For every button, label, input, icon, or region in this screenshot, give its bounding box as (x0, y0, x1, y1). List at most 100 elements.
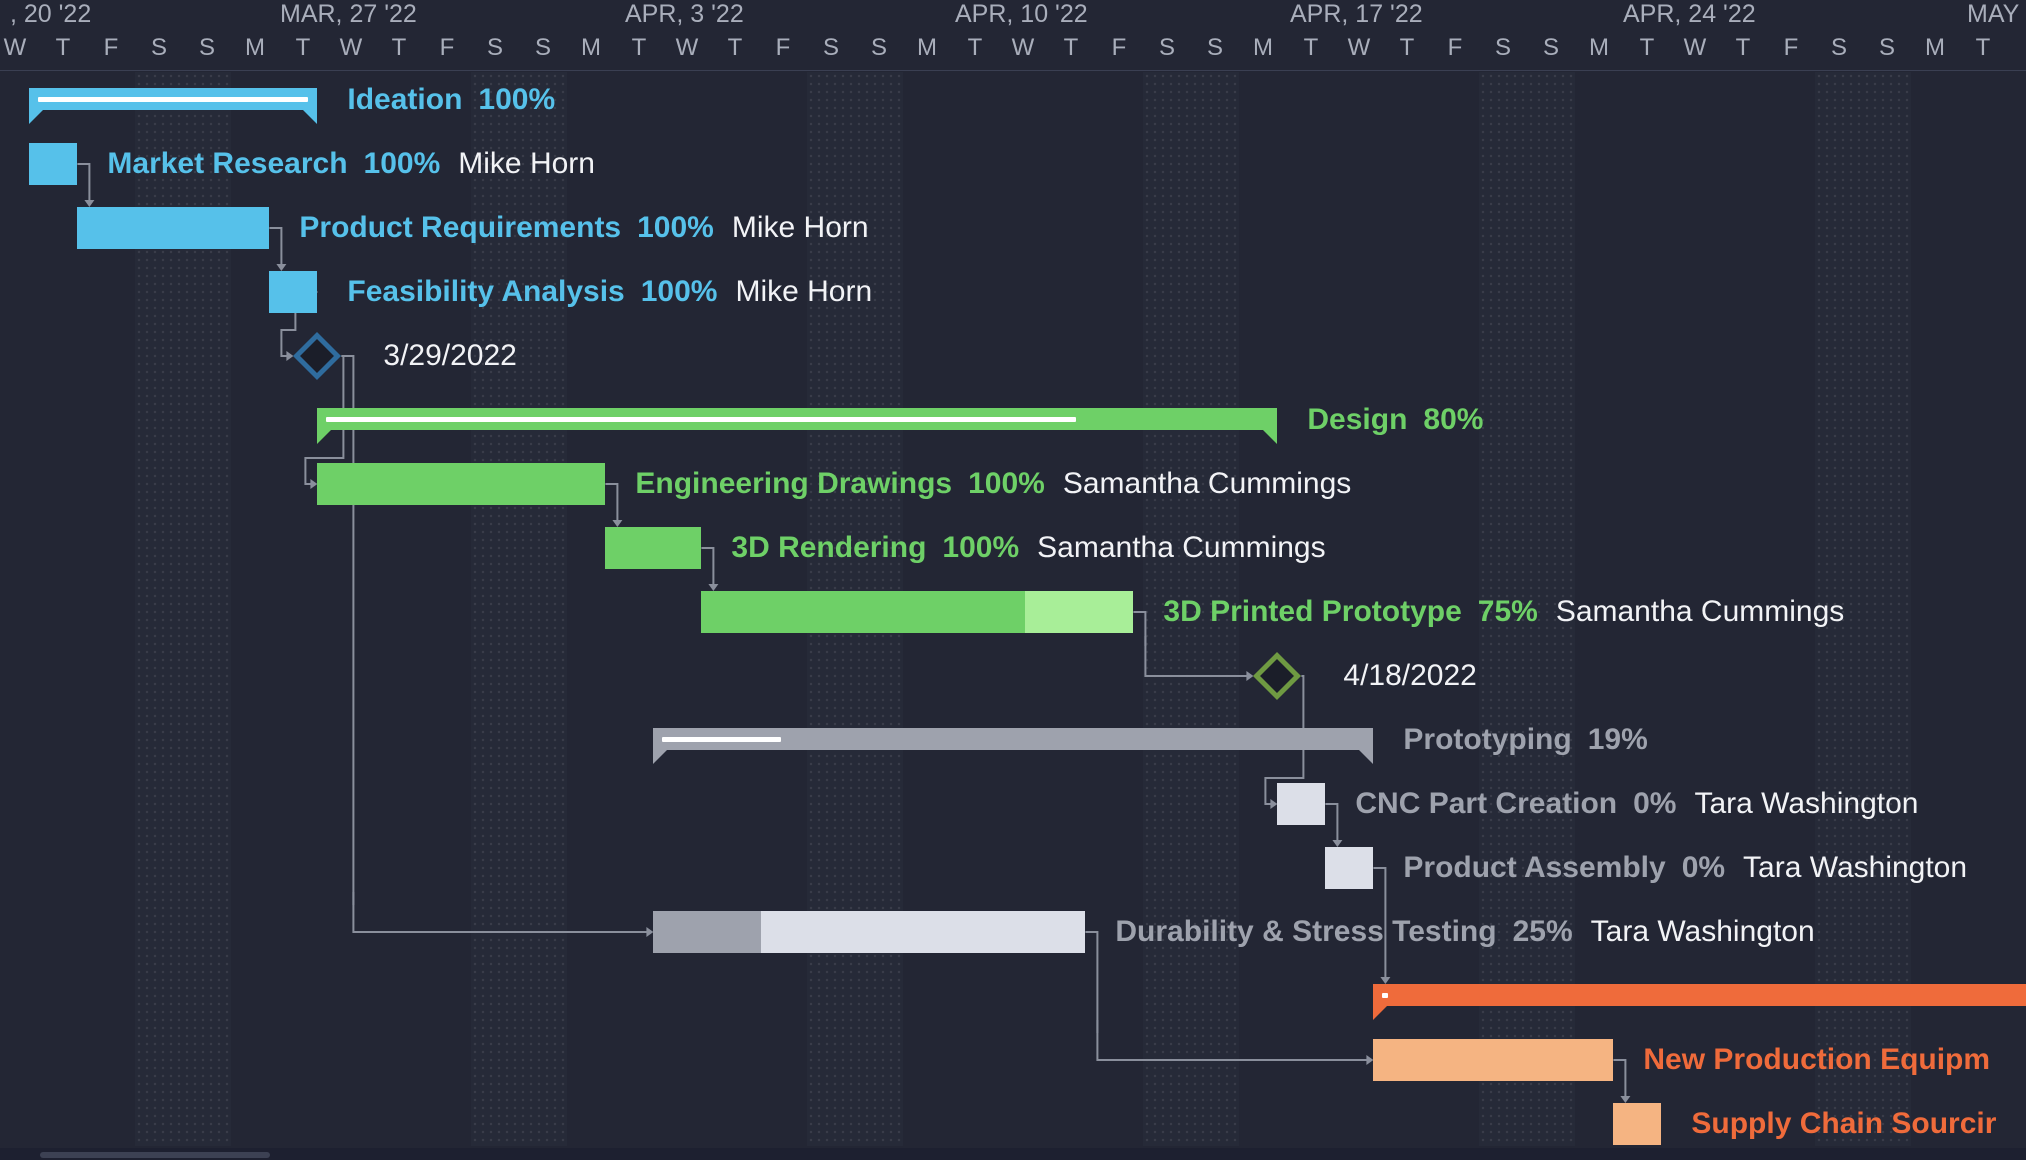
task-bar[interactable] (1373, 1039, 1614, 1081)
task-progress-fill (653, 911, 762, 953)
dependency-arrow (1270, 799, 1278, 809)
task-progress-fill (77, 207, 270, 249)
task-progress-fill (1613, 1103, 1662, 1145)
task-bar[interactable] (653, 911, 1086, 953)
dependency-line (1325, 803, 1339, 841)
task-label: New Production Equipm (1643, 1042, 1990, 1078)
task-bar[interactable] (1277, 783, 1326, 825)
dependency-arrow (310, 479, 318, 489)
dependency-arrow (612, 520, 623, 527)
task-percent: 75% (1477, 595, 1538, 628)
task-name: Feasibility Analysis (347, 275, 625, 308)
task-resource: Mike Horn (735, 275, 873, 308)
task-name: Product Assembly (1403, 851, 1666, 884)
task-name: CNC Part Creation (1355, 787, 1618, 820)
task-label: Prototyping 19% (1403, 722, 1647, 758)
task-progress-fill (701, 591, 1026, 633)
dependency-arrow (84, 200, 95, 207)
task-label: Product Requirements 100% Mike Horn (299, 210, 868, 246)
task-bar[interactable] (701, 591, 1134, 633)
summary-bracket-right (1357, 748, 1374, 764)
task-percent: 100% (478, 83, 556, 116)
summary-progress-line (1382, 993, 1389, 998)
task-percent: 100% (640, 275, 718, 308)
summary-bracket-left (1373, 1004, 1390, 1020)
task-name: Ideation (347, 83, 463, 116)
task-progress-fill (269, 271, 318, 313)
task-name: New Production Equipm (1643, 1043, 1991, 1076)
task-label: Engineering Drawings 100% Samantha Cumming… (635, 466, 1351, 502)
task-percent: 100% (942, 531, 1020, 564)
dependency-line (77, 163, 91, 201)
summary-progress-line (662, 737, 782, 742)
dependency-line (1133, 611, 1147, 646)
task-bar[interactable] (1325, 847, 1374, 889)
task-name: Durability & Stress Testing (1115, 915, 1497, 948)
task-label: CNC Part Creation 0% Tara Washington (1355, 786, 1918, 822)
dependency-line (1085, 931, 1099, 1033)
task-label: Feasibility Analysis 100% Mike Horn (347, 274, 872, 310)
summary-bracket-right (1261, 428, 1278, 444)
task-bar[interactable] (1613, 1103, 1662, 1145)
task-name: Prototyping (1403, 723, 1572, 756)
task-bar[interactable] (77, 207, 270, 249)
dependency-arrow (1620, 1096, 1631, 1103)
milestone-date: 3/29/2022 (383, 339, 517, 372)
dependency-arrow (708, 584, 719, 591)
dependency-line (352, 892, 650, 933)
task-bar[interactable] (29, 143, 78, 185)
task-resource: Tara Washington (1743, 851, 1968, 884)
summary-bracket-left (29, 108, 46, 124)
dependency-arrow (276, 264, 287, 271)
task-progress-fill (1373, 1039, 1614, 1081)
task-name: Design (1307, 403, 1408, 436)
task-percent: 0% (1633, 787, 1677, 820)
task-percent: 25% (1512, 915, 1573, 948)
scrollbar-thumb[interactable] (40, 1152, 270, 1158)
dependency-line (1144, 636, 1250, 677)
task-resource: Mike Horn (731, 211, 869, 244)
task-percent: 100% (637, 211, 714, 244)
task-name: Product Requirements (299, 211, 622, 244)
task-name: 3D Rendering (731, 531, 927, 564)
task-percent: 80% (1423, 403, 1484, 436)
horizontal-scrollbar[interactable] (0, 1148, 2026, 1160)
summary-bar[interactable] (317, 408, 1278, 444)
milestone-date: 4/18/2022 (1343, 659, 1477, 692)
task-percent: 19% (1587, 723, 1648, 756)
task-name: Supply Chain Sourcir (1691, 1107, 1997, 1140)
summary-progress-line (326, 417, 1077, 422)
summary-bracket-right (301, 108, 318, 124)
task-resource: Mike Horn (458, 147, 595, 180)
dependency-line (605, 483, 619, 521)
summary-bar[interactable] (29, 88, 318, 124)
task-resource: Tara Washington (1590, 915, 1815, 948)
summary-progress-line (38, 97, 309, 102)
task-percent: 100% (363, 147, 441, 180)
task-name: 3D Printed Prototype (1163, 595, 1462, 628)
task-label: 3D Printed Prototype 75% Samantha Cummings (1163, 594, 1844, 630)
task-label: Product Assembly 0% Tara Washington (1403, 850, 1967, 886)
task-name: Market Research (107, 147, 348, 180)
task-percent: 0% (1681, 851, 1726, 884)
task-name: Engineering Drawings (635, 467, 953, 500)
task-resource: Samantha Cummings (1037, 531, 1326, 564)
task-label: 3D Rendering 100% Samantha Cummings (731, 530, 1325, 566)
gantt-chart[interactable]: , 20 '22 MAR, 27 '22 APR, 3 '22 APR, 10 '22… (0, 0, 2026, 1160)
task-progress-fill (317, 463, 606, 505)
task-percent: 100% (968, 467, 1045, 500)
task-label: Durability & Stress Testing 25% Tara Washi… (1115, 914, 1814, 950)
dependency-line (701, 547, 715, 585)
task-resource: Tara Washington (1694, 787, 1919, 820)
task-bar[interactable] (269, 271, 318, 313)
task-bar[interactable] (605, 527, 702, 569)
task-progress-fill (605, 527, 702, 569)
task-bar[interactable] (317, 463, 606, 505)
dependency-line (1096, 1020, 1370, 1061)
task-label: Design 80% (1307, 402, 1483, 438)
summary-bar[interactable] (1373, 984, 2026, 1020)
task-progress-fill (29, 143, 78, 185)
task-label: Supply Chain Sourcir (1691, 1106, 1996, 1142)
summary-bar[interactable] (653, 728, 1374, 764)
dependency-arrow (646, 927, 654, 937)
